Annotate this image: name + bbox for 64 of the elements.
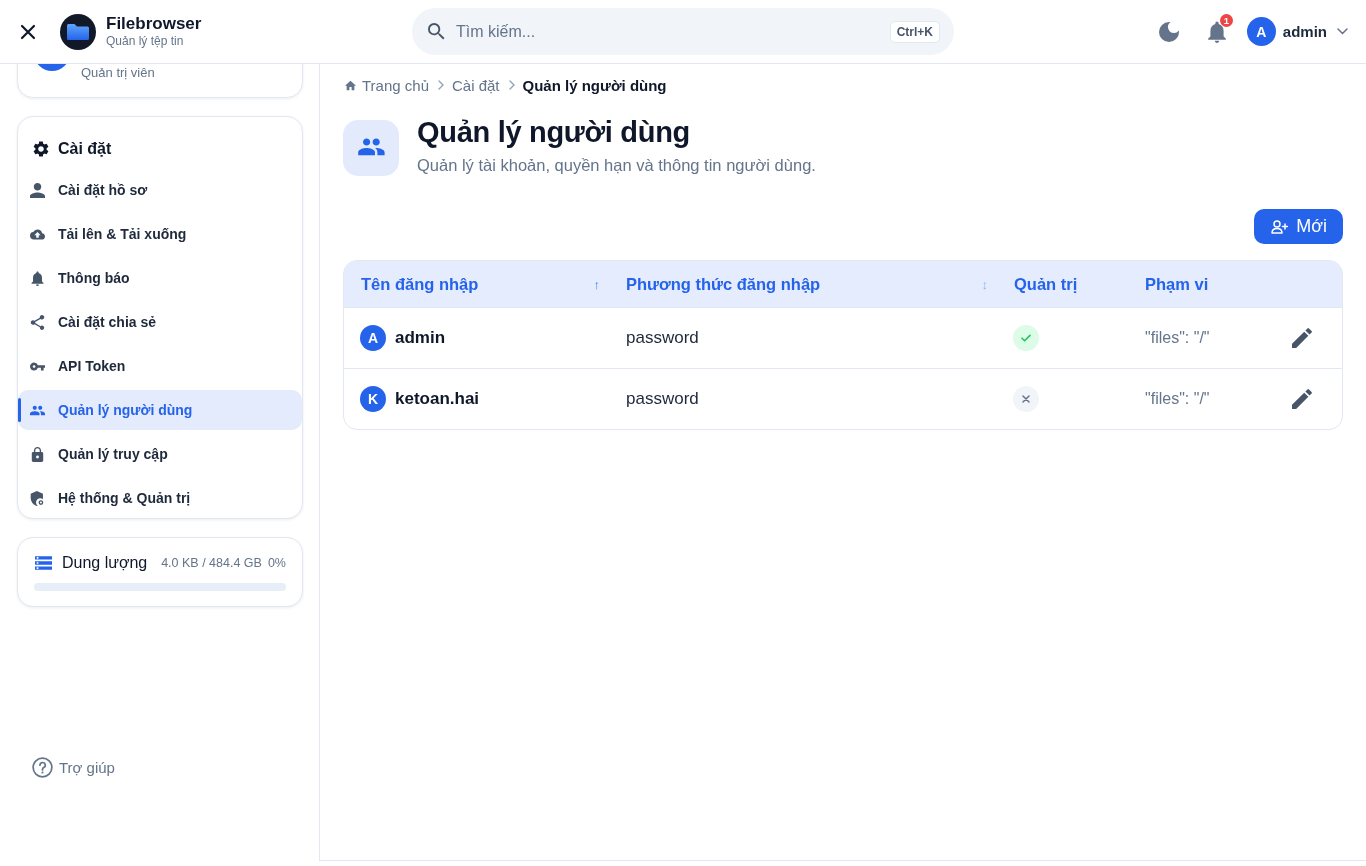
pencil-icon bbox=[1292, 328, 1312, 348]
chevron-down-icon bbox=[1337, 28, 1348, 35]
folder-logo-icon bbox=[60, 13, 96, 50]
username: admin bbox=[395, 328, 446, 348]
help-icon bbox=[32, 757, 53, 778]
user-avatar: A bbox=[360, 325, 386, 351]
app-name: Filebrowser bbox=[106, 14, 202, 34]
home-icon bbox=[345, 79, 356, 91]
search-input[interactable]: Tìm kiếm... bbox=[456, 22, 890, 41]
storage-icon bbox=[35, 556, 52, 570]
user-role: Quản trị viên bbox=[81, 65, 155, 80]
search-field[interactable]: Tìm kiếm... Ctrl+K bbox=[412, 8, 954, 55]
table-cell: password bbox=[626, 328, 699, 348]
help-link[interactable]: Trợ giúp bbox=[17, 757, 115, 778]
table-cell: "files": "/" bbox=[1145, 329, 1210, 347]
page-title: Quản lý người dùng bbox=[417, 115, 691, 149]
close-icon bbox=[20, 23, 36, 40]
breadcrumb-current: Quản lý người dùng bbox=[522, 76, 667, 94]
chevron-right-icon bbox=[508, 80, 515, 90]
section-title: Cài đặt bbox=[58, 140, 112, 158]
edit-button[interactable] bbox=[1292, 389, 1312, 409]
sidebar-item[interactable]: Thông báo bbox=[18, 258, 302, 298]
sidebar-item[interactable]: API Token bbox=[18, 346, 302, 386]
share-icon bbox=[30, 314, 45, 330]
column-header[interactable]: Phương thức đăng nhập ↕ bbox=[609, 261, 997, 307]
sidebar-item[interactable]: Quản lý người dùng bbox=[18, 390, 302, 430]
storage-usage: 4.0 KB / 484.4 GB bbox=[161, 556, 262, 570]
pencil-icon bbox=[1292, 389, 1312, 409]
person-icon bbox=[30, 182, 45, 198]
bell-icon bbox=[1207, 20, 1226, 43]
sidebar-item[interactable]: Cài đặt hồ sơ bbox=[18, 170, 302, 210]
column-header[interactable]: Quản trị bbox=[997, 261, 1128, 307]
notifications-button[interactable]: 1 bbox=[1198, 13, 1235, 50]
edit-button[interactable] bbox=[1292, 328, 1312, 348]
notification-badge: 1 bbox=[1219, 13, 1233, 27]
shield-gear-icon bbox=[30, 490, 45, 506]
column-header[interactable]: Phạm vi bbox=[1128, 261, 1270, 307]
app-tagline: Quản lý tệp tin bbox=[106, 34, 185, 49]
storage-title: Dung lượng bbox=[62, 554, 148, 572]
person-add-icon bbox=[1271, 219, 1289, 234]
table-cell: "files": "/" bbox=[1145, 390, 1210, 408]
sidebar-item[interactable]: Tải lên & Tải xuống bbox=[18, 214, 302, 254]
table-cell: password bbox=[626, 389, 699, 409]
chevron-right-icon bbox=[438, 80, 444, 90]
users-icon bbox=[343, 120, 399, 176]
user-menu-button[interactable]: A admin bbox=[1246, 17, 1348, 46]
lock-icon bbox=[30, 446, 45, 462]
new-user-button[interactable]: Mới bbox=[1254, 209, 1343, 244]
column-header[interactable]: Tên đăng nhập ↑ bbox=[344, 261, 609, 307]
sidebar-item[interactable]: Cài đặt chia sẻ bbox=[18, 302, 302, 342]
settings-icon bbox=[33, 141, 49, 157]
sidebar-item[interactable]: Hệ thống & Quản trị bbox=[18, 478, 302, 518]
search-icon bbox=[428, 23, 445, 40]
shortcut-key: Ctrl+K bbox=[889, 20, 940, 43]
username: ketoan.hai bbox=[395, 389, 480, 409]
breadcrumb-link[interactable]: Cài đặt bbox=[452, 76, 500, 94]
moon-icon bbox=[1158, 21, 1179, 42]
sidebar-item[interactable]: Quản lý truy cập bbox=[18, 434, 302, 474]
page-subtitle: Quản lý tài khoản, quyền hạn và thông tin người dùng. bbox=[417, 155, 816, 176]
user-avatar: A bbox=[1246, 17, 1276, 46]
user-avatar: K bbox=[360, 386, 386, 412]
bell-icon bbox=[30, 270, 45, 286]
storage-percent: 0% bbox=[267, 556, 286, 570]
breadcrumb-link[interactable]: Trang chủ bbox=[343, 76, 429, 94]
